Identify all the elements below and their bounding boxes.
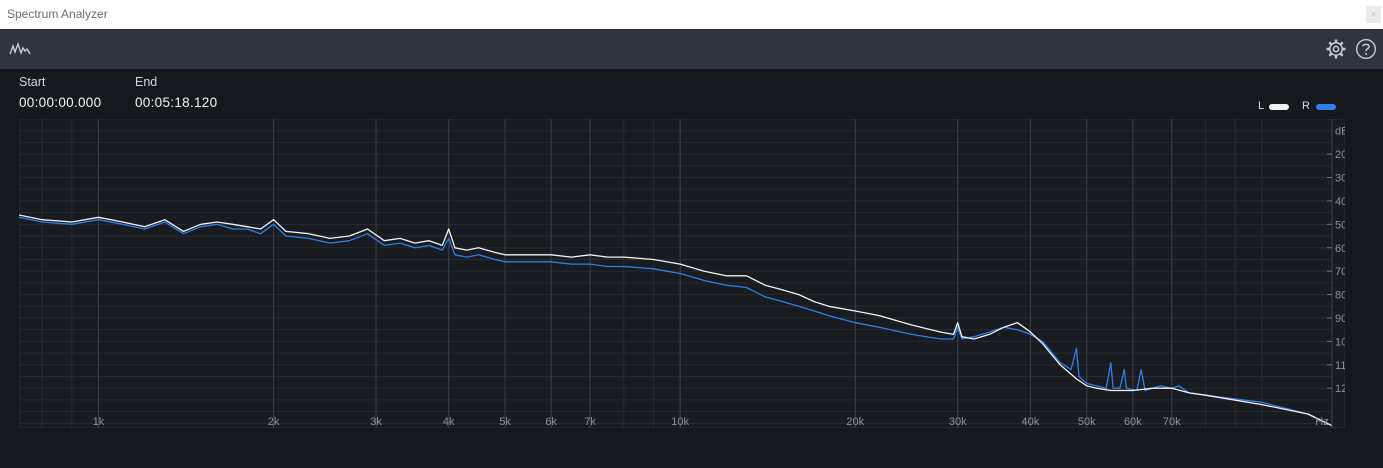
x-tick-label: 1k [93,416,105,428]
x-tick-label: 3k [370,416,382,428]
legend-swatch-l [1269,104,1289,110]
start-label: Start [19,75,46,89]
y-tick-label: 120 [1335,383,1345,395]
x-tick-label: 10k [671,416,689,428]
help-icon[interactable] [1355,38,1377,65]
y-tick-label: 50 [1335,219,1345,231]
y-tick-label: 20 [1335,149,1345,161]
x-tick-label: 4k [443,416,455,428]
y-tick-label: 110 [1335,360,1345,372]
x-tick-label: 2k [268,416,280,428]
x-tick-label: 60k [1124,416,1142,428]
y-tick-label: 30 [1335,173,1345,185]
y-tick-label: 100 [1335,336,1345,348]
x-tick-label: 50k [1078,416,1096,428]
legend-label-r: R [1302,100,1310,112]
spectrum-icon [9,41,31,62]
x-tick-label: 70k [1163,416,1181,428]
title-bar: Spectrum Analyzer × [0,0,1383,29]
window-title: Spectrum Analyzer [7,7,108,21]
spectrum-plot: dB 20 30 40 50 60 70 80 90 100 110 120 1k 2k 3k 4k 5k 6k… [19,119,1345,428]
y-tick-label: 60 [1335,243,1345,255]
legend-item-l[interactable]: L [1258,100,1290,114]
gear-icon[interactable] [1325,38,1347,65]
x-unit-label: Hz [1315,416,1328,428]
x-tick-label: 40k [1022,416,1040,428]
legend-label-l: L [1258,100,1265,112]
close-button[interactable]: × [1366,6,1381,23]
x-tick-label: 30k [949,416,967,428]
x-tick-label: 5k [499,416,511,428]
legend-swatch-r [1316,104,1336,110]
y-tick-label: 70 [1335,266,1345,278]
spectrum-chart[interactable]: dB 20 30 40 50 60 70 80 90 100 110 120 1k 2k 3k 4k 5k 6k… [19,119,1345,428]
y-tick-label: 80 [1335,290,1345,302]
y-unit-label: dB [1335,126,1345,138]
x-tick-label: 6k [545,416,557,428]
legend-item-r[interactable]: R [1302,100,1336,114]
end-time[interactable]: 00:05:18.120 [135,95,217,110]
y-tick-label: 40 [1335,196,1345,208]
toolbar [0,29,1383,69]
start-time[interactable]: 00:00:00.000 [19,95,101,110]
x-tick-label: 20k [846,416,864,428]
y-tick-label: 90 [1335,313,1345,325]
end-label: End [135,75,158,89]
x-tick-label: 7k [584,416,596,428]
